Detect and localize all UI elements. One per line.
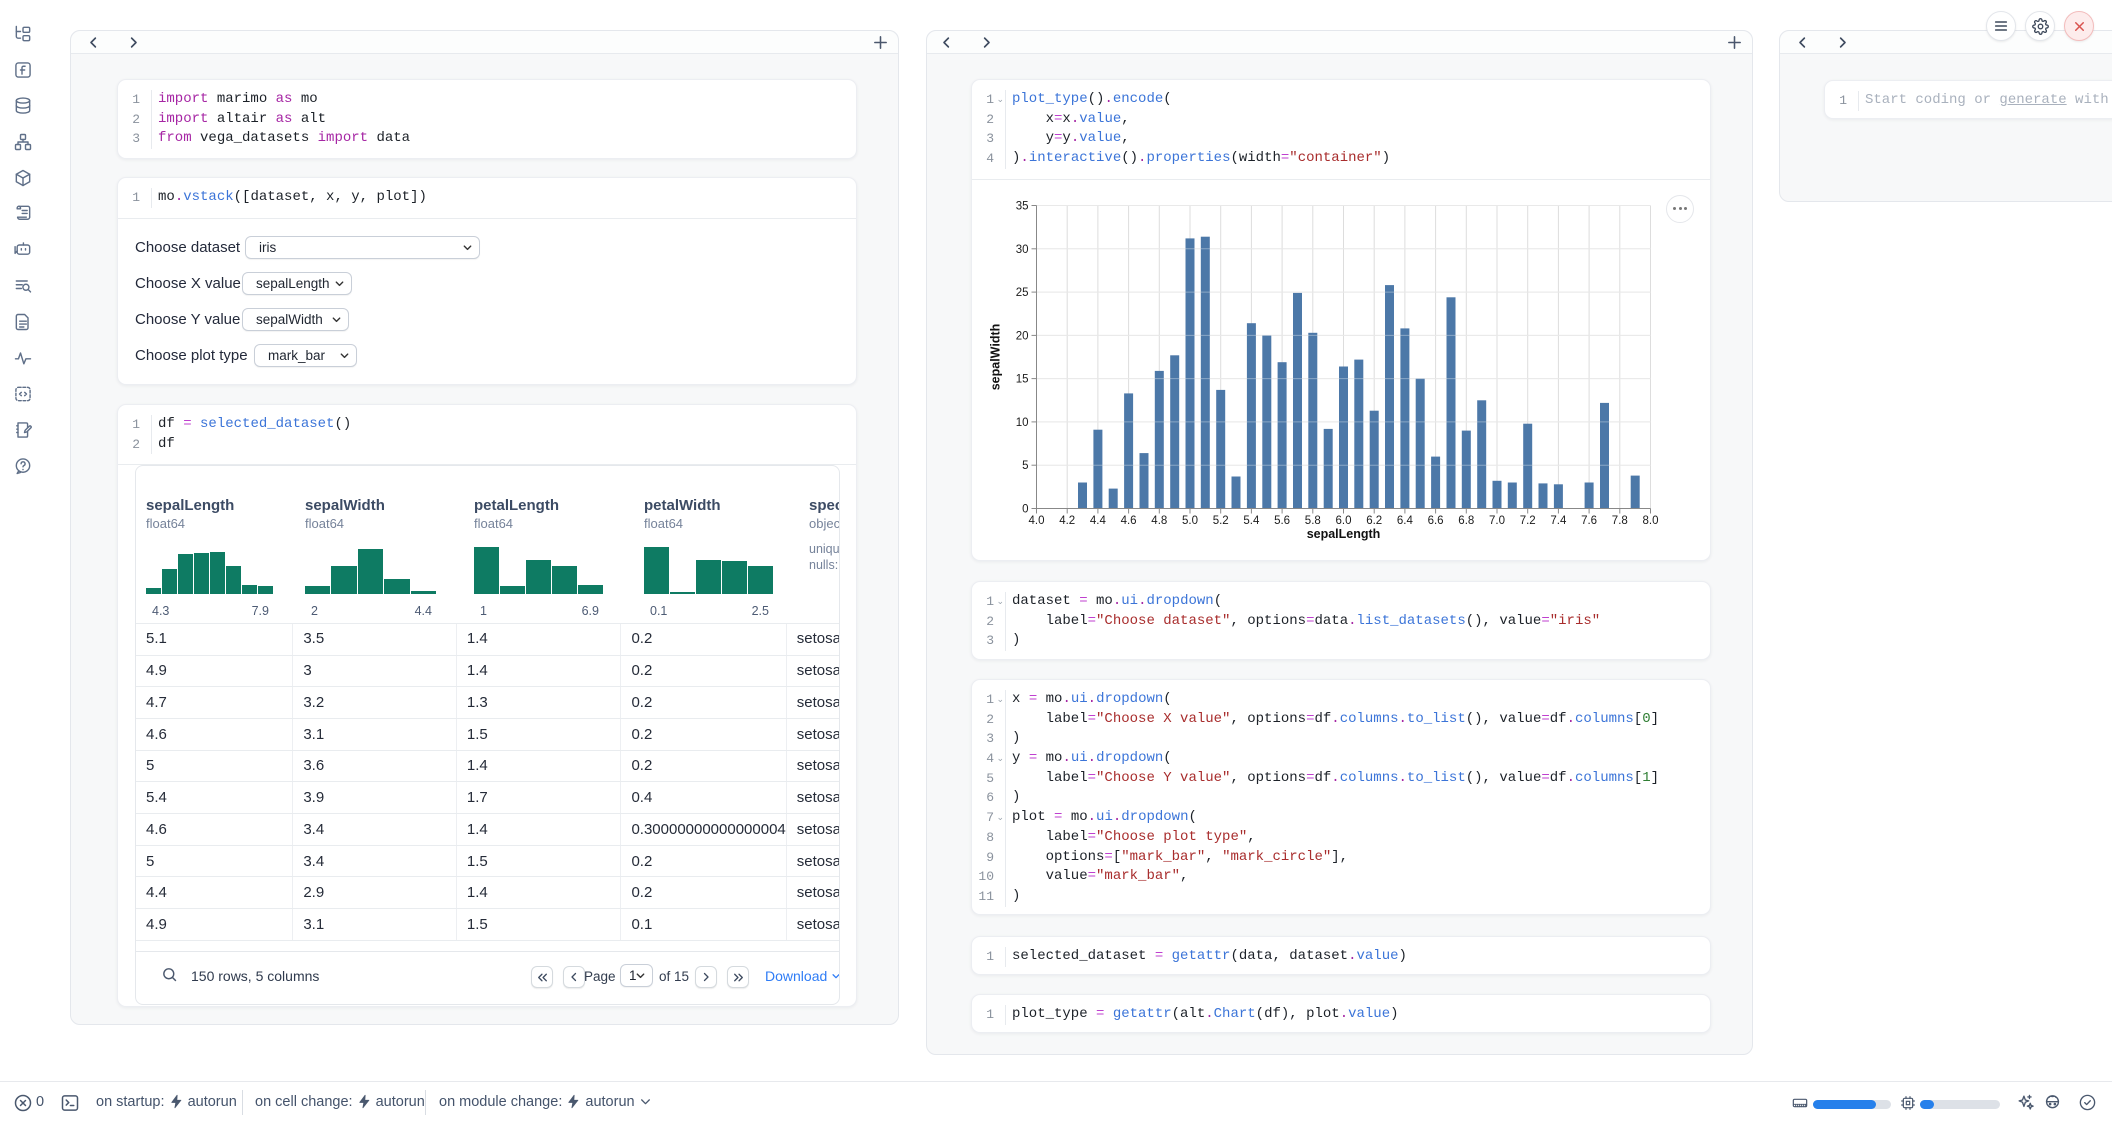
svg-text:7.6: 7.6	[1581, 515, 1597, 527]
svg-text:25: 25	[1016, 287, 1029, 299]
svg-text:7.8: 7.8	[1612, 515, 1628, 527]
svg-text:6.4: 6.4	[1397, 515, 1414, 527]
svg-text:6.6: 6.6	[1428, 515, 1444, 527]
svg-text:6.8: 6.8	[1458, 515, 1474, 527]
svg-text:5.2: 5.2	[1213, 515, 1229, 527]
svg-text:15: 15	[1016, 373, 1029, 385]
svg-text:4.6: 4.6	[1121, 515, 1137, 527]
svg-text:7.0: 7.0	[1489, 515, 1505, 527]
svg-text:7.4: 7.4	[1550, 515, 1567, 527]
svg-text:20: 20	[1016, 330, 1029, 342]
svg-text:4.4: 4.4	[1090, 515, 1107, 527]
svg-text:4.2: 4.2	[1059, 515, 1075, 527]
svg-text:30: 30	[1016, 244, 1029, 256]
svg-text:4.0: 4.0	[1029, 515, 1045, 527]
svg-text:6.0: 6.0	[1336, 515, 1352, 527]
svg-text:5.8: 5.8	[1305, 515, 1321, 527]
svg-text:35: 35	[1016, 200, 1029, 212]
svg-text:7.2: 7.2	[1520, 515, 1536, 527]
svg-text:8.0: 8.0	[1643, 515, 1659, 527]
svg-text:5.4: 5.4	[1243, 515, 1260, 527]
svg-text:4.8: 4.8	[1151, 515, 1167, 527]
svg-text:0: 0	[1022, 503, 1028, 515]
svg-text:5: 5	[1022, 460, 1028, 472]
svg-text:10: 10	[1016, 417, 1029, 429]
svg-text:sepalWidth: sepalWidth	[989, 323, 1003, 390]
svg-text:5.0: 5.0	[1182, 515, 1198, 527]
svg-text:6.2: 6.2	[1366, 515, 1382, 527]
svg-text:5.6: 5.6	[1274, 515, 1290, 527]
svg-text:sepalLength: sepalLength	[1307, 527, 1381, 541]
